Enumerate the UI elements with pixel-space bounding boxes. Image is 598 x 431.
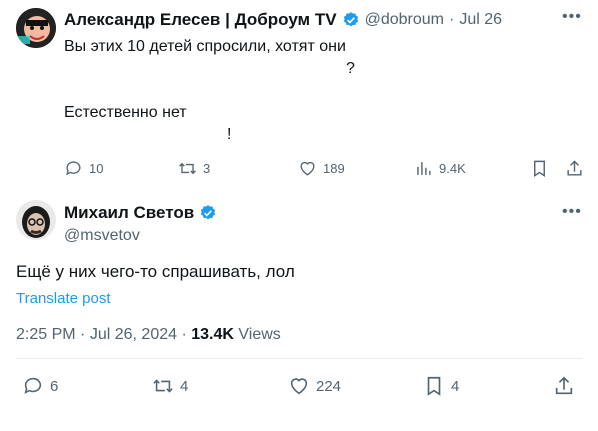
- repost-icon: [153, 379, 173, 393]
- analytics-icon: [417, 162, 431, 175]
- like-button[interactable]: 224: [288, 375, 341, 397]
- tweet-time[interactable]: 2:25 PM: [16, 326, 76, 343]
- verified-badge-icon: [343, 12, 358, 27]
- like-count: 189: [323, 161, 345, 176]
- bookmark-button[interactable]: 4: [423, 375, 459, 397]
- like-count: 224: [316, 377, 342, 395]
- share-button[interactable]: [565, 159, 584, 178]
- tweet-date[interactable]: Jul 26: [459, 11, 502, 29]
- repost-button[interactable]: 3: [178, 159, 210, 178]
- verified-badge-icon: [201, 205, 216, 220]
- reply-button[interactable]: 10: [64, 159, 103, 178]
- heart-icon: [290, 378, 308, 395]
- view-count: 9.4K: [439, 161, 466, 176]
- tweet-header: Александр Елесев | Доброум TV @dobroum ·…: [64, 10, 502, 30]
- translate-link[interactable]: Translate post: [16, 290, 111, 307]
- tweet-text-line: ?: [346, 60, 355, 77]
- reply-count: 6: [50, 377, 59, 395]
- views-button[interactable]: 9.4K: [414, 159, 466, 178]
- views-label: Views: [238, 326, 281, 343]
- bookmark-count: 4: [451, 377, 460, 395]
- share-icon: [555, 376, 573, 395]
- like-button[interactable]: 189: [298, 159, 345, 178]
- separator-dot: ·: [448, 11, 455, 28]
- reply-button[interactable]: 6: [22, 375, 58, 397]
- share-icon: [567, 160, 582, 176]
- bookmark-icon: [427, 376, 441, 396]
- more-options-icon[interactable]: •••: [562, 8, 582, 26]
- avatar[interactable]: [16, 200, 56, 240]
- repost-count: 3: [203, 161, 211, 176]
- tweet-text-line: Естественно нет: [64, 104, 187, 121]
- avatar[interactable]: [16, 8, 56, 48]
- heart-icon: [300, 161, 315, 176]
- repost-button[interactable]: 4: [152, 375, 188, 397]
- reply-count: 10: [89, 161, 104, 176]
- author-handle[interactable]: @dobroum: [365, 11, 444, 29]
- bookmark-icon: [534, 160, 545, 177]
- bookmark-button[interactable]: [530, 159, 549, 178]
- divider: [16, 358, 582, 359]
- share-button[interactable]: [553, 375, 575, 397]
- tweet-full-date[interactable]: Jul 26, 2024: [90, 326, 177, 343]
- author-name[interactable]: Михаил Светов: [64, 203, 194, 223]
- reply-icon: [24, 377, 42, 394]
- more-options-icon[interactable]: •••: [562, 203, 582, 221]
- author-handle[interactable]: @msvetov: [64, 227, 140, 245]
- reply-icon: [66, 161, 81, 176]
- tweet-text-line: Вы этих 10 детей спросили, хотят они: [64, 38, 346, 55]
- repost-count: 4: [180, 377, 189, 395]
- tweet-text: Ещё у них чего-то спрашивать, лол: [16, 262, 295, 281]
- views-count: 13.4K: [191, 326, 234, 343]
- tweet-text-line: !: [227, 126, 232, 143]
- repost-icon: [179, 162, 196, 175]
- tweet-meta: 2:25 PM · Jul 26, 2024 · 13.4K Views: [16, 326, 281, 343]
- tweet-header: Михаил Светов: [64, 203, 217, 223]
- author-name[interactable]: Александр Елесев | Доброум TV: [64, 10, 337, 30]
